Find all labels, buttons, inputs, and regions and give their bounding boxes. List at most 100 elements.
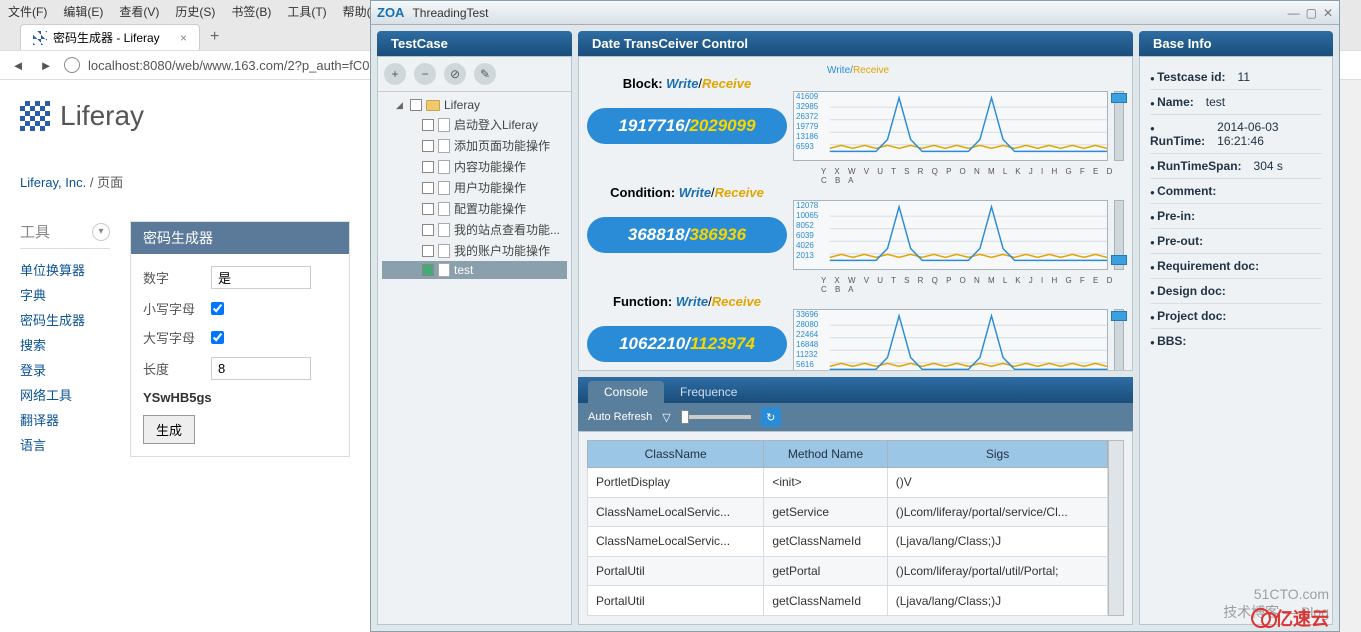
menu-item[interactable]: 编辑(E)	[63, 3, 103, 20]
tool-link[interactable]: 字典	[20, 282, 110, 307]
checkbox[interactable]	[422, 203, 434, 215]
breadcrumb-link[interactable]: Liferay, Inc.	[20, 175, 86, 190]
back-button[interactable]: ◄	[8, 55, 28, 75]
dropdown-icon[interactable]: ▽	[662, 411, 670, 424]
slider-thumb[interactable]	[1111, 255, 1127, 265]
info-label: Pre-out:	[1150, 234, 1203, 248]
tree-item[interactable]: test	[382, 261, 567, 279]
document-icon	[438, 181, 450, 195]
tree-root[interactable]: ◢ Liferay	[382, 96, 567, 114]
tool-link[interactable]: 搜索	[20, 332, 110, 357]
menu-item[interactable]: 文件(F)	[8, 3, 47, 20]
tree-label: 配置功能操作	[454, 200, 526, 217]
table-row[interactable]: ClassNameLocalServic...getService()Lcom/…	[588, 497, 1108, 527]
menu-item[interactable]: 查看(V)	[119, 3, 159, 20]
maximize-icon[interactable]: ▢	[1306, 6, 1317, 20]
generate-button[interactable]: 生成	[143, 415, 195, 444]
tree-item[interactable]: 用户功能操作	[382, 177, 567, 198]
tool-link[interactable]: 登录	[20, 357, 110, 382]
length-input[interactable]	[211, 357, 311, 380]
table-cell: PortalUtil	[588, 586, 764, 616]
tree-item[interactable]: 内容功能操作	[382, 156, 567, 177]
tab-close-icon[interactable]: ×	[180, 31, 187, 45]
chart-slider[interactable]	[1114, 91, 1124, 161]
metric-pill: 368818/386936	[587, 217, 787, 253]
slider-thumb[interactable]	[681, 410, 689, 424]
digits-input[interactable]	[211, 266, 311, 289]
refresh-button[interactable]: ↻	[761, 407, 781, 427]
checkbox[interactable]	[422, 224, 434, 236]
metric-label: Function: Write/Receive	[587, 294, 787, 309]
slider-thumb[interactable]	[1111, 93, 1127, 103]
menu-item[interactable]: 工具(T)	[287, 3, 326, 20]
baseinfo-panel-header: Base Info	[1139, 31, 1333, 56]
info-label: Name:	[1150, 95, 1194, 109]
table-row[interactable]: PortalUtilgetPortal()Lcom/liferay/portal…	[588, 556, 1108, 586]
info-value: 11	[1238, 70, 1256, 84]
checkbox[interactable]	[422, 245, 434, 257]
tool-link[interactable]: 密码生成器	[20, 307, 110, 332]
menu-item[interactable]: 历史(S)	[175, 3, 215, 20]
close-icon[interactable]: ✕	[1323, 6, 1333, 20]
edit-button[interactable]: ✎	[474, 63, 496, 85]
add-button[interactable]: +	[384, 63, 406, 85]
tree-item[interactable]: 我的账户功能操作	[382, 240, 567, 261]
clear-button[interactable]: ⊘	[444, 63, 466, 85]
window-title: ThreadingTest	[412, 6, 488, 20]
table-row[interactable]: ClassNameLocalServic...getClassNameId(Lj…	[588, 527, 1108, 557]
generated-password: YSwHB5gs	[143, 390, 337, 405]
chart-slider[interactable]	[1114, 309, 1124, 371]
info-label: RunTime:	[1150, 120, 1205, 148]
new-tab-button[interactable]: +	[200, 24, 229, 50]
liferay-logo: Liferay	[20, 100, 350, 132]
table-row[interactable]: PortalUtilgetClassNameId(Ljava/lang/Clas…	[588, 586, 1108, 616]
tab-console[interactable]: Console	[588, 381, 664, 403]
info-value: test	[1206, 95, 1231, 109]
table-header[interactable]: Sigs	[887, 441, 1108, 468]
tree-item[interactable]: 添加页面功能操作	[382, 135, 567, 156]
uppercase-checkbox[interactable]	[211, 331, 224, 344]
checkbox[interactable]	[422, 264, 434, 276]
table-row[interactable]: PortletDisplay<init>()V	[588, 468, 1108, 498]
browser-tab[interactable]: 密码生成器 - Liferay ×	[20, 24, 200, 50]
tools-heading[interactable]: 工具 ▾	[20, 221, 110, 249]
info-row: Project doc:	[1150, 303, 1322, 328]
tool-link[interactable]: 单位换算器	[20, 257, 110, 282]
minimize-icon[interactable]: —	[1288, 6, 1300, 20]
tree-item[interactable]: 启动登入Liferay	[382, 114, 567, 135]
forward-button[interactable]: ►	[36, 55, 56, 75]
tool-link[interactable]: 网络工具	[20, 382, 110, 407]
tree-label: 我的账户功能操作	[454, 242, 550, 259]
info-value: 304 s	[1254, 159, 1289, 173]
chart-slider[interactable]	[1114, 200, 1124, 270]
table-cell: (Ljava/lang/Class;)J	[887, 586, 1108, 616]
expand-icon[interactable]: ◢	[396, 100, 406, 111]
checkbox[interactable]	[422, 119, 434, 131]
checkbox[interactable]	[410, 99, 422, 111]
slider-thumb[interactable]	[1111, 311, 1127, 321]
url-text[interactable]: localhost:8080/web/www.163.com/2?p_auth=…	[88, 58, 390, 73]
checkbox[interactable]	[422, 161, 434, 173]
tree-item[interactable]: 配置功能操作	[382, 198, 567, 219]
refresh-slider[interactable]	[681, 415, 751, 419]
table-header[interactable]: Method Name	[764, 441, 887, 468]
tool-link[interactable]: 翻译器	[20, 407, 110, 432]
table-scrollbar[interactable]	[1108, 440, 1124, 616]
checkbox[interactable]	[422, 140, 434, 152]
checkbox[interactable]	[422, 182, 434, 194]
tree-item[interactable]: 我的站点查看功能...	[382, 219, 567, 240]
tree-label: 内容功能操作	[454, 158, 526, 175]
info-label: Testcase id:	[1150, 70, 1226, 84]
tab-frequence[interactable]: Frequence	[664, 381, 753, 403]
info-row: Pre-in:	[1150, 203, 1322, 228]
info-value	[1316, 334, 1322, 348]
table-header[interactable]: ClassName	[588, 441, 764, 468]
tool-link[interactable]: 语言	[20, 432, 110, 457]
lowercase-checkbox[interactable]	[211, 302, 224, 315]
menu-item[interactable]: 书签(B)	[231, 3, 271, 20]
table-cell: ClassNameLocalServic...	[588, 527, 764, 557]
remove-button[interactable]: −	[414, 63, 436, 85]
table-cell: getClassNameId	[764, 527, 887, 557]
info-value: 2014-06-03 16:21:46	[1217, 120, 1322, 148]
window-titlebar[interactable]: ZOA ThreadingTest — ▢ ✕	[371, 1, 1339, 25]
